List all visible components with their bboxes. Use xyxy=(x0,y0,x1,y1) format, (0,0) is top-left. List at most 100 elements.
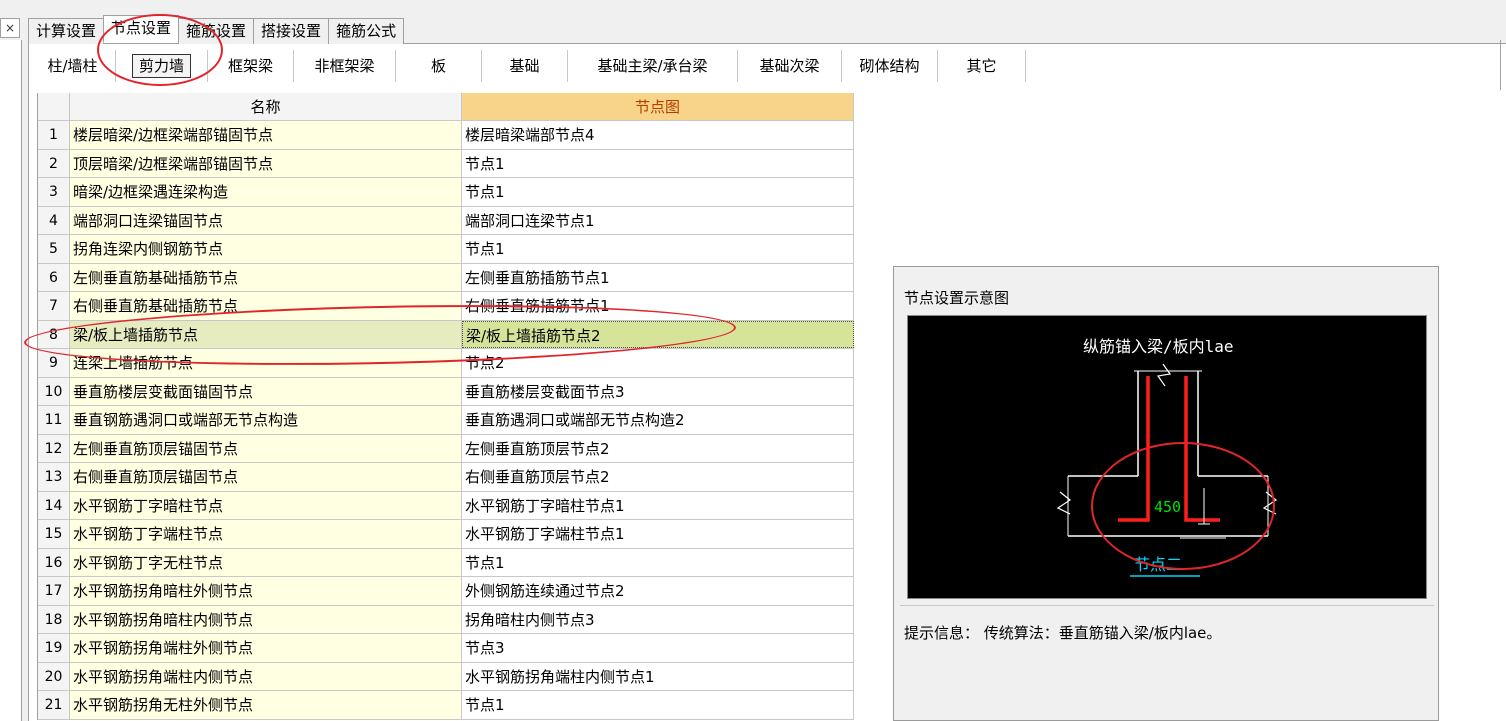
row-index: 9 xyxy=(38,349,70,377)
row-node-cell[interactable]: 节点3 xyxy=(462,634,854,662)
table-row[interactable]: 15 水平钢筋丁字端柱节点 水平钢筋丁字端柱节点1 xyxy=(38,520,854,549)
node-settings-window: × 计算设置 节点设置 箍筋设置 搭接设置 箍筋公式 柱/墙柱 剪力墙 框架梁 … xyxy=(0,0,1506,721)
close-icon[interactable]: × xyxy=(0,18,20,38)
row-node-cell[interactable]: 右侧垂直筋顶层节点2 xyxy=(462,463,854,491)
row-name-cell: 梁/板上墙插筋节点 xyxy=(70,320,462,348)
table-row[interactable]: 21 水平钢筋拐角无柱外侧节点 节点1 xyxy=(38,691,854,720)
table-row[interactable]: 12 左侧垂直筋顶层锚固节点 左侧垂直筋顶层节点2 xyxy=(38,434,854,463)
table-row[interactable]: 3 暗梁/边框梁遇连梁构造 节点1 xyxy=(38,178,854,207)
row-index: 10 xyxy=(38,377,70,405)
grid-body: 1 楼层暗梁/边框梁端部锚固节点 楼层暗梁端部节点4 2 顶层暗梁/边框梁端部锚固节点节… xyxy=(38,121,854,720)
row-node-cell[interactable]: 端部洞口连梁节点1 xyxy=(462,206,854,234)
row-index: 15 xyxy=(38,520,70,548)
table-row[interactable]: 5 拐角连梁内侧钢筋节点 节点1 xyxy=(38,235,854,264)
table-row[interactable]: 19 水平钢筋拐角端柱外侧节点 节点3 xyxy=(38,634,854,663)
subtab-shear-wall[interactable]: 剪力墙 xyxy=(116,50,208,82)
preview-title: 节点设置示意图 xyxy=(904,289,1010,307)
row-node-cell[interactable]: 左侧垂直筋顶层节点2 xyxy=(462,434,854,462)
row-node-cell[interactable]: 外侧钢筋连续通过节点2 xyxy=(462,577,854,605)
subtab-frame-beam[interactable]: 框架梁 xyxy=(208,50,294,82)
node-label: 节点二 xyxy=(1134,555,1182,574)
subtab-label: 砌体结构 xyxy=(859,57,920,75)
table-row[interactable]: 17 水平钢筋拐角暗柱外侧节点 外侧钢筋连续通过节点2 xyxy=(38,577,854,606)
row-node-cell[interactable]: 右侧垂直筋插筋节点1 xyxy=(462,292,854,320)
tab-stirrup-formula[interactable]: 箍筋公式 xyxy=(328,18,405,44)
row-name-cell: 连梁上墙插筋节点 xyxy=(70,349,462,377)
table-row[interactable]: 2 顶层暗梁/边框梁端部锚固节点 节点1 xyxy=(38,149,854,178)
subtab-foundation-main-beam[interactable]: 基础主梁/承台梁 xyxy=(568,50,738,82)
column-header-name[interactable]: 名称 xyxy=(70,93,462,120)
table-row[interactable]: 4 端部洞口连梁锚固节点 端部洞口连梁节点1 xyxy=(38,206,854,235)
row-name-cell: 垂直钢筋遇洞口或端部无节点构造 xyxy=(70,406,462,434)
table-row[interactable]: 14 水平钢筋丁字暗柱节点 水平钢筋丁字暗柱节点1 xyxy=(38,491,854,520)
row-node-cell[interactable]: 垂直筋遇洞口或端部无节点构造2 xyxy=(462,406,854,434)
subtab-label: 基础 xyxy=(509,57,540,75)
row-index: 3 xyxy=(38,178,70,206)
column-header-node[interactable]: 节点图 xyxy=(462,93,854,120)
row-node-cell[interactable]: 节点1 xyxy=(462,235,854,263)
row-node-cell[interactable]: 楼层暗梁端部节点4 xyxy=(462,121,854,149)
row-name-cell: 顶层暗梁/边框梁端部锚固节点 xyxy=(70,149,462,177)
row-node-cell[interactable]: 水平钢筋丁字端柱节点1 xyxy=(462,520,854,548)
row-node-cell[interactable]: 拐角暗柱内侧节点3 xyxy=(462,605,854,633)
row-name-cell: 拐角连梁内侧钢筋节点 xyxy=(70,235,462,263)
row-node-cell[interactable]: 左侧垂直筋插筋节点1 xyxy=(462,263,854,291)
row-index: 14 xyxy=(38,491,70,519)
tab-calc-settings[interactable]: 计算设置 xyxy=(28,18,105,44)
row-node-cell[interactable]: 节点1 xyxy=(462,548,854,576)
table-row[interactable]: 6 左侧垂直筋基础插筋节点 左侧垂直筋插筋节点1 xyxy=(38,263,854,292)
row-name-cell: 右侧垂直筋顶层锚固节点 xyxy=(70,463,462,491)
row-name-cell: 水平钢筋丁字无柱节点 xyxy=(70,548,462,576)
subtab-label: 其它 xyxy=(966,57,997,75)
row-node-cell[interactable]: 节点1 xyxy=(462,691,854,719)
table-row[interactable]: 1 楼层暗梁/边框梁端部锚固节点 楼层暗梁端部节点4 xyxy=(38,121,854,150)
table-row[interactable]: 13 右侧垂直筋顶层锚固节点 右侧垂直筋顶层节点2 xyxy=(38,463,854,492)
table-row[interactable]: 7 右侧垂直筋基础插筋节点 右侧垂直筋插筋节点1 xyxy=(38,292,854,321)
row-node-cell[interactable]: 节点1 xyxy=(462,178,854,206)
node-diagram-canvas: 450 纵筋锚入梁/板内lae 节点二 xyxy=(907,315,1427,599)
row-node-cell[interactable]: 梁/板上墙插筋节点2 xyxy=(462,320,854,348)
row-name-cell: 垂直筋楼层变截面锚固节点 xyxy=(70,377,462,405)
row-index: 12 xyxy=(38,434,70,462)
right-rebar xyxy=(1184,376,1220,522)
node-diagram-svg: 450 纵筋锚入梁/板内lae 节点二 xyxy=(1056,337,1278,577)
row-name-cell: 左侧垂直筋顶层锚固节点 xyxy=(70,434,462,462)
row-name-cell: 暗梁/边框梁遇连梁构造 xyxy=(70,178,462,206)
subtab-label: 基础次梁 xyxy=(759,57,820,75)
tab-node-settings[interactable]: 节点设置 xyxy=(103,15,180,43)
subtab-foundation[interactable]: 基础 xyxy=(482,50,568,82)
row-name-cell: 水平钢筋丁字端柱节点 xyxy=(70,520,462,548)
tab-lap-settings[interactable]: 搭接设置 xyxy=(253,18,330,44)
row-index: 6 xyxy=(38,263,70,291)
row-name-cell: 水平钢筋拐角端柱外侧节点 xyxy=(70,634,462,662)
row-node-cell[interactable]: 垂直筋楼层变截面节点3 xyxy=(462,377,854,405)
table-row[interactable]: 16 水平钢筋丁字无柱节点 节点1 xyxy=(38,548,854,577)
table-row[interactable]: 10 垂直筋楼层变截面锚固节点 垂直筋楼层变截面节点3 xyxy=(38,377,854,406)
subtab-slab[interactable]: 板 xyxy=(396,50,482,82)
subtab-label: 板 xyxy=(430,57,446,75)
subtab-masonry[interactable]: 砌体结构 xyxy=(842,50,938,82)
subtab-column[interactable]: 柱/墙柱 xyxy=(30,50,116,82)
table-row[interactable]: 11 垂直钢筋遇洞口或端部无节点构造 垂直筋遇洞口或端部无节点构造2 xyxy=(38,406,854,435)
row-name-cell: 楼层暗梁/边框梁端部锚固节点 xyxy=(70,121,462,149)
subtab-non-frame-beam[interactable]: 非框架梁 xyxy=(294,50,396,82)
row-node-cell[interactable]: 节点2 xyxy=(462,349,854,377)
grid-corner-cell xyxy=(38,93,70,120)
tab-stirrup-settings[interactable]: 箍筋设置 xyxy=(178,18,255,44)
row-node-cell[interactable]: 水平钢筋丁字暗柱节点1 xyxy=(462,491,854,519)
dimension-label: 450 xyxy=(1154,498,1181,516)
table-row[interactable]: 8 梁/板上墙插筋节点 梁/板上墙插筋节点2 xyxy=(38,320,854,349)
table-row[interactable]: 20 水平钢筋拐角端柱内侧节点 水平钢筋拐角端柱内侧节点1 xyxy=(38,662,854,691)
row-node-cell[interactable]: 水平钢筋拐角端柱内侧节点1 xyxy=(462,662,854,690)
table-row[interactable]: 9 连梁上墙插筋节点 节点2 xyxy=(38,349,854,378)
row-node-cell[interactable]: 节点1 xyxy=(462,149,854,177)
row-index: 7 xyxy=(38,292,70,320)
main-tab-bar: 计算设置 节点设置 箍筋设置 搭接设置 箍筋公式 xyxy=(28,15,405,44)
node-settings-grid: 名称 节点图 1 楼层暗梁/边框梁端部锚固节点 楼层暗梁端部节点4 2 顶层暗梁/边框梁… xyxy=(37,93,854,720)
subtab-label: 剪力墙 xyxy=(131,54,191,78)
table-row[interactable]: 18 水平钢筋拐角暗柱内侧节点 拐角暗柱内侧节点3 xyxy=(38,605,854,634)
row-index: 4 xyxy=(38,206,70,234)
subtab-other[interactable]: 其它 xyxy=(938,50,1026,82)
subtab-foundation-secondary-beam[interactable]: 基础次梁 xyxy=(738,50,842,82)
left-rebar xyxy=(1118,376,1150,522)
